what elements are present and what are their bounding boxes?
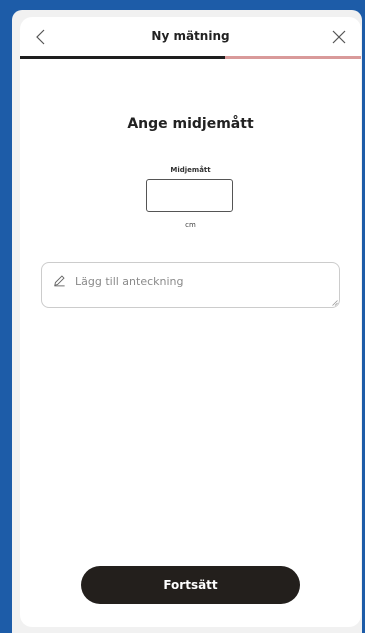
chevron-left-icon bbox=[36, 29, 45, 45]
progress-bar bbox=[20, 56, 361, 59]
measurement-card: Ny mätning Ange midjemått Midjemått cm L… bbox=[20, 17, 361, 627]
page-title: Ny mätning bbox=[151, 29, 230, 43]
back-button[interactable] bbox=[30, 25, 54, 49]
note-placeholder: Lägg till anteckning bbox=[75, 275, 184, 288]
close-icon bbox=[332, 30, 346, 44]
pencil-icon bbox=[54, 275, 65, 287]
measurement-heading: Ange midjemått bbox=[127, 116, 254, 132]
waist-field-label: Midjemått bbox=[170, 166, 211, 174]
note-field[interactable]: Lägg till anteckning bbox=[41, 262, 340, 308]
continue-button[interactable]: Fortsätt bbox=[81, 566, 300, 604]
unit-label: cm bbox=[185, 221, 196, 229]
close-button[interactable] bbox=[327, 25, 351, 49]
resize-handle-icon[interactable] bbox=[332, 300, 338, 306]
header: Ny mätning bbox=[20, 17, 361, 56]
waist-input[interactable] bbox=[146, 179, 233, 212]
progress-fill bbox=[20, 56, 225, 59]
